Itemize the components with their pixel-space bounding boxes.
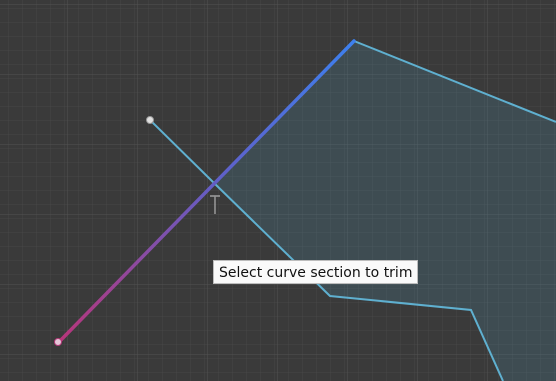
sketch-canvas[interactable] — [0, 0, 556, 381]
tooltip: Select curve section to trim — [213, 260, 419, 284]
curve-endpoint-handle[interactable] — [146, 116, 154, 124]
curve-endpoint-handle[interactable] — [54, 338, 62, 346]
trim-cursor-icon — [210, 195, 220, 214]
modeling-viewport[interactable]: Select curve section to trim — [0, 0, 556, 381]
